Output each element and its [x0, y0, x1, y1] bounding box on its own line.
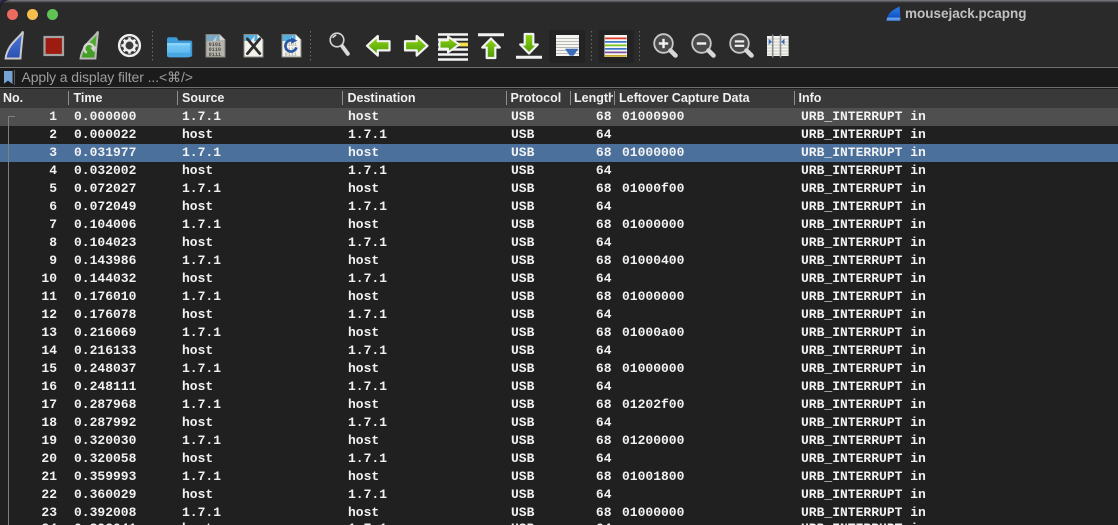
svg-text:0111: 0111: [285, 52, 297, 58]
svg-text:0111: 0111: [209, 52, 221, 58]
